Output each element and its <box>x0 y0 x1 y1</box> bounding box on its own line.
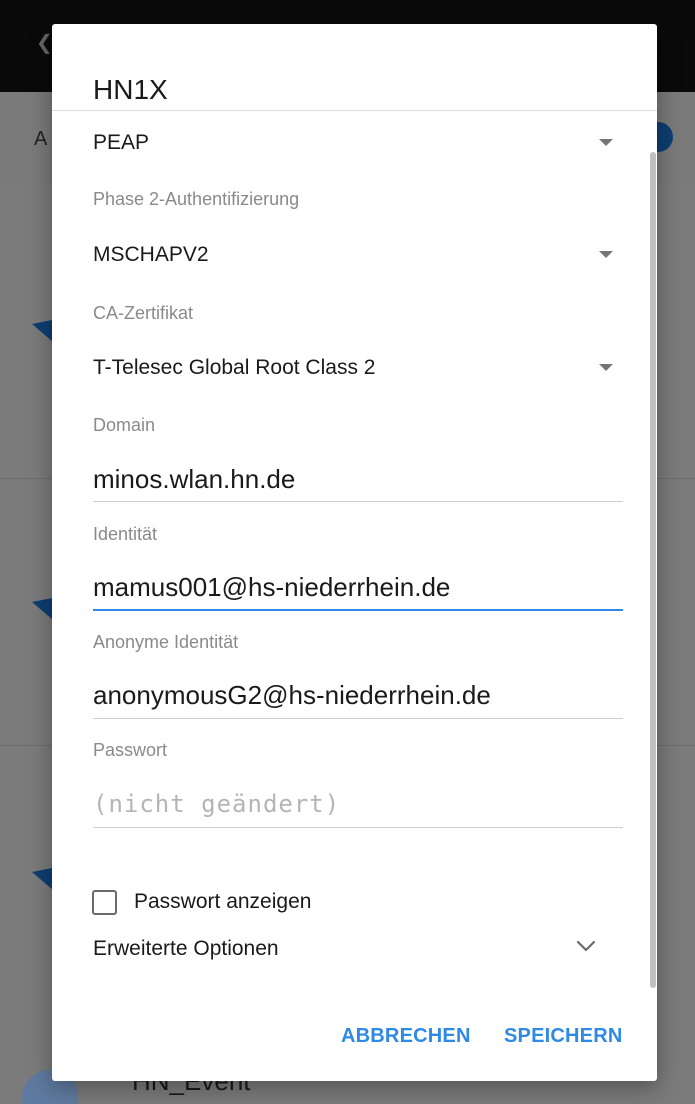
identity-label: Identität <box>93 524 158 544</box>
title-divider <box>52 110 657 111</box>
anon-identity-label: Anonyme Identität <box>93 632 239 652</box>
save-button[interactable]: SPEICHERN <box>504 1025 623 1048</box>
scrollbar[interactable] <box>650 152 656 988</box>
ca-cert-value: T-Telesec Global Root Class 2 <box>93 356 376 379</box>
password-field[interactable] <box>93 786 623 822</box>
chevron-down-icon[interactable] <box>576 940 596 954</box>
domain-underline <box>93 501 623 502</box>
phase2-select[interactable]: MSCHAPV2 <box>93 243 613 283</box>
password-underline <box>93 827 623 828</box>
show-password-label[interactable]: Passwort anzeigen <box>134 890 311 914</box>
eap-method-value: PEAP <box>93 131 150 154</box>
domain-field[interactable]: minos.wlan.hn.de <box>93 464 623 495</box>
cancel-button[interactable]: ABBRECHEN <box>341 1025 471 1048</box>
wifi-toggle-label: A <box>34 128 48 150</box>
dropdown-arrow-icon <box>599 251 613 258</box>
ca-cert-label: CA-Zertifikat <box>93 303 194 323</box>
dropdown-arrow-icon <box>599 139 613 146</box>
eap-method-select[interactable]: PEAP <box>93 131 613 171</box>
password-label: Passwort <box>93 740 168 760</box>
dropdown-arrow-icon <box>599 364 613 371</box>
advanced-options-label[interactable]: Erweiterte Optionen <box>93 937 279 961</box>
anon-identity-underline <box>93 718 623 719</box>
dialog-title: HN1X <box>93 74 168 105</box>
phase2-label: Phase 2-Authentifizierung <box>93 189 300 209</box>
anon-identity-field[interactable]: anonymousG2@hs-niederrhein.de <box>93 680 623 711</box>
ca-cert-select[interactable]: T-Telesec Global Root Class 2 <box>93 356 613 396</box>
show-password-checkbox[interactable] <box>92 890 117 915</box>
identity-field[interactable]: mamus001@hs-niederrhein.de <box>93 572 623 603</box>
identity-underline <box>93 609 623 611</box>
domain-label: Domain <box>93 415 156 435</box>
phase2-value: MSCHAPV2 <box>93 243 209 266</box>
network-config-dialog: HN1X PEAP Phase 2-Authentifizierung MSCH… <box>52 24 657 1081</box>
